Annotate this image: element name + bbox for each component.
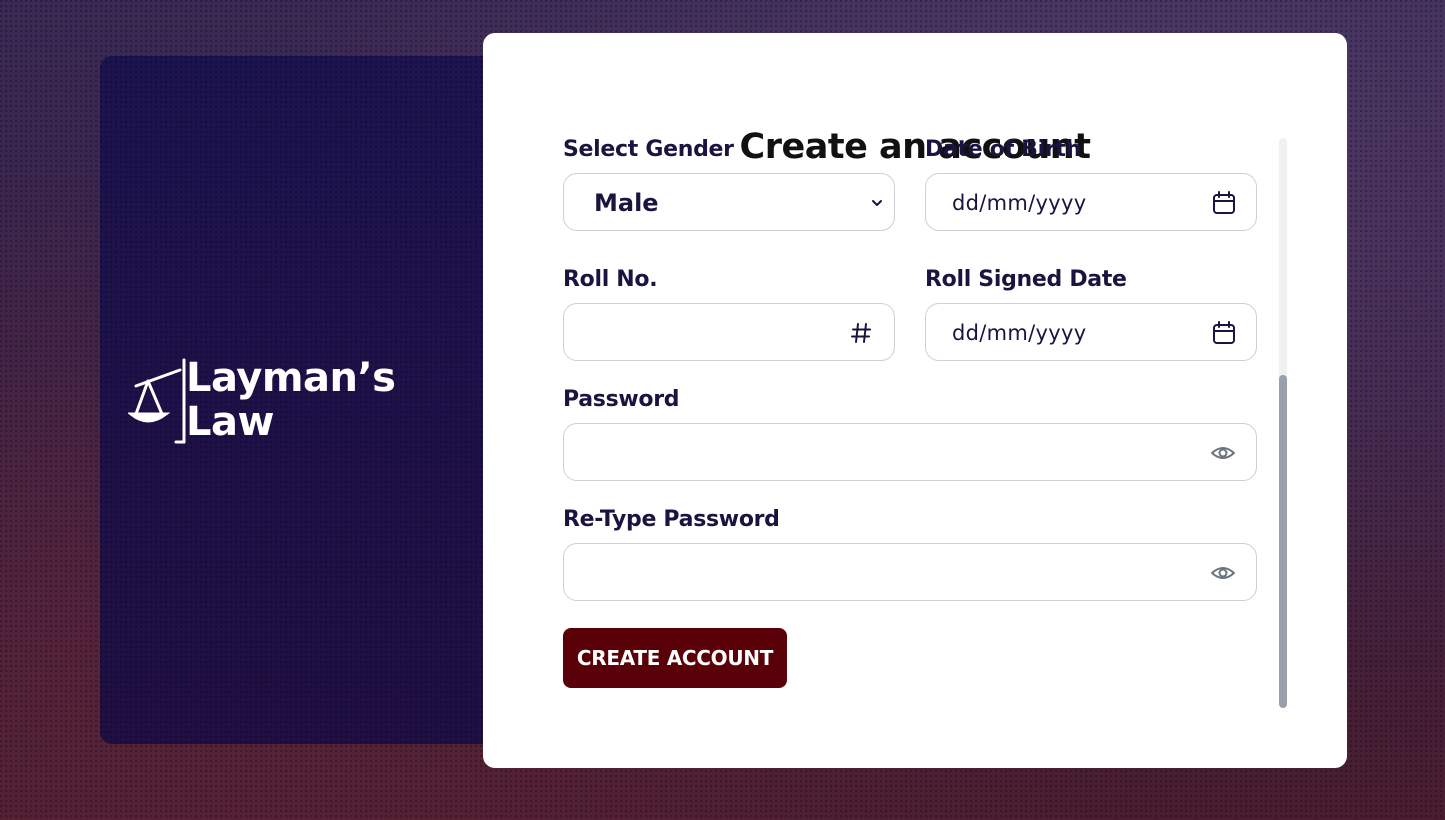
roll-signed-date-placeholder: dd/mm/yyyy: [952, 321, 1087, 345]
chevron-down-icon: [872, 200, 882, 206]
signup-card: Create an account Select Gender Male Dat…: [483, 33, 1347, 768]
dob-input[interactable]: dd/mm/yyyy: [925, 173, 1257, 231]
brand-name-line2: Law: [186, 399, 274, 445]
password-label: Password: [563, 387, 680, 412]
hash-icon: [851, 323, 871, 343]
roll-signed-date-label: Roll Signed Date: [925, 267, 1127, 292]
dob-placeholder: dd/mm/yyyy: [952, 191, 1087, 215]
brand-name: Layman’s Law: [186, 355, 396, 445]
calendar-icon[interactable]: [1211, 190, 1237, 216]
roll-no-label: Roll No.: [563, 267, 658, 292]
scrollbar-thumb[interactable]: [1279, 375, 1287, 708]
eye-icon[interactable]: [1210, 440, 1236, 466]
password-input[interactable]: [563, 423, 1257, 481]
dob-label: Date of Birth: [925, 137, 1081, 162]
retype-password-input[interactable]: [563, 543, 1257, 601]
retype-password-label: Re-Type Password: [563, 507, 780, 532]
gender-selected-value: Male: [594, 189, 659, 217]
gender-label: Select Gender: [563, 137, 734, 162]
gender-select[interactable]: Male: [563, 173, 895, 231]
roll-no-input[interactable]: [563, 303, 895, 361]
calendar-icon[interactable]: [1211, 320, 1237, 346]
brand-name-line1: Layman’s: [186, 355, 396, 401]
brand-logo: Layman’s Law: [128, 356, 418, 448]
roll-signed-date-input[interactable]: dd/mm/yyyy: [925, 303, 1257, 361]
create-account-button[interactable]: CREATE ACCOUNT: [563, 628, 787, 688]
scales-of-justice-icon: [128, 358, 186, 444]
eye-icon[interactable]: [1210, 560, 1236, 586]
